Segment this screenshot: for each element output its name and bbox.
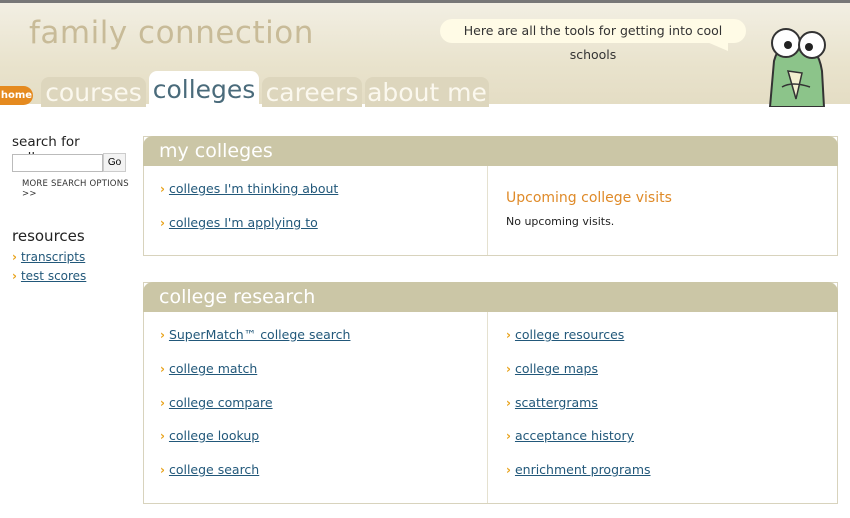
college-resources-link[interactable]: college resources [515, 327, 624, 342]
brand-title: family connection [29, 15, 314, 51]
tab-courses[interactable]: courses [41, 77, 146, 107]
college-match-link[interactable]: college match [169, 361, 257, 376]
college-search-link[interactable]: college search [169, 462, 259, 477]
resource-item-test-scores[interactable]: › test scores [12, 269, 86, 283]
visits-heading: Upcoming college visits [506, 190, 672, 206]
chevron-right-icon: › [12, 269, 17, 283]
my-colleges-panel: my colleges › colleges I'm thinking about… [143, 136, 838, 256]
list-item[interactable]: › colleges I'm thinking about [160, 181, 338, 196]
college-maps-link[interactable]: college maps [515, 361, 598, 376]
chevron-right-icon: › [506, 429, 511, 443]
panel-divider [487, 312, 488, 503]
list-item[interactable]: › SuperMatch™ college search [160, 327, 350, 342]
go-button[interactable]: Go [103, 153, 126, 172]
tab-careers[interactable]: careers [262, 77, 362, 107]
panel-divider [487, 166, 488, 255]
more-search-options-link[interactable]: MORE SEARCH OPTIONS >> [22, 179, 140, 199]
search-input[interactable] [12, 154, 103, 172]
acceptance-history-link[interactable]: acceptance history [515, 428, 634, 443]
tab-colleges[interactable]: colleges [149, 71, 259, 108]
chevron-right-icon: › [506, 396, 511, 410]
chevron-right-icon: › [160, 216, 165, 230]
list-item[interactable]: › college lookup [160, 428, 259, 443]
chevron-right-icon: › [160, 362, 165, 376]
resource-item-transcripts[interactable]: › transcripts [12, 250, 85, 264]
chevron-right-icon: › [160, 429, 165, 443]
resource-link[interactable]: transcripts [21, 250, 85, 264]
college-lookup-link[interactable]: college lookup [169, 428, 259, 443]
enrichment-programs-link[interactable]: enrichment programs [515, 462, 651, 477]
tab-about-me-label: about me [367, 78, 487, 107]
list-item[interactable]: › college maps [506, 361, 598, 376]
chevron-right-icon: › [12, 250, 17, 264]
chevron-right-icon: › [506, 362, 511, 376]
list-item[interactable]: › scattergrams [506, 395, 598, 410]
speech-bubble-tail [700, 39, 728, 51]
colleges-thinking-link[interactable]: colleges I'm thinking about [169, 181, 338, 196]
tab-about-me[interactable]: about me [365, 77, 489, 107]
resource-link[interactable]: test scores [21, 269, 86, 283]
mascot-icon [768, 28, 826, 107]
list-item[interactable]: › colleges I'm applying to [160, 215, 318, 230]
list-item[interactable]: › college compare [160, 395, 273, 410]
panel-title: my colleges [143, 136, 838, 166]
college-research-panel: college research › SuperMatch™ college se… [143, 282, 838, 504]
college-compare-link[interactable]: college compare [169, 395, 273, 410]
list-item[interactable]: › enrichment programs [506, 462, 651, 477]
chevron-right-icon: › [506, 328, 511, 342]
tab-careers-label: careers [265, 78, 359, 107]
panel-title: college research [143, 282, 838, 312]
resources-heading: resources [12, 227, 85, 245]
list-item[interactable]: › college resources [506, 327, 624, 342]
supermatch-link[interactable]: SuperMatch™ college search [169, 327, 351, 342]
visits-status: No upcoming visits. [506, 215, 615, 228]
home-button[interactable]: home [0, 86, 33, 105]
list-item[interactable]: › college search [160, 462, 259, 477]
scattergrams-link[interactable]: scattergrams [515, 395, 598, 410]
chevron-right-icon: › [160, 328, 165, 342]
list-item[interactable]: › acceptance history [506, 428, 634, 443]
tab-courses-label: courses [45, 78, 142, 107]
chevron-right-icon: › [506, 463, 511, 477]
list-item[interactable]: › college match [160, 361, 257, 376]
colleges-applying-link[interactable]: colleges I'm applying to [169, 215, 318, 230]
chevron-right-icon: › [160, 463, 165, 477]
header: family connection Here are all the tools… [0, 0, 850, 108]
chevron-right-icon: › [160, 182, 165, 196]
chevron-right-icon: › [160, 396, 165, 410]
